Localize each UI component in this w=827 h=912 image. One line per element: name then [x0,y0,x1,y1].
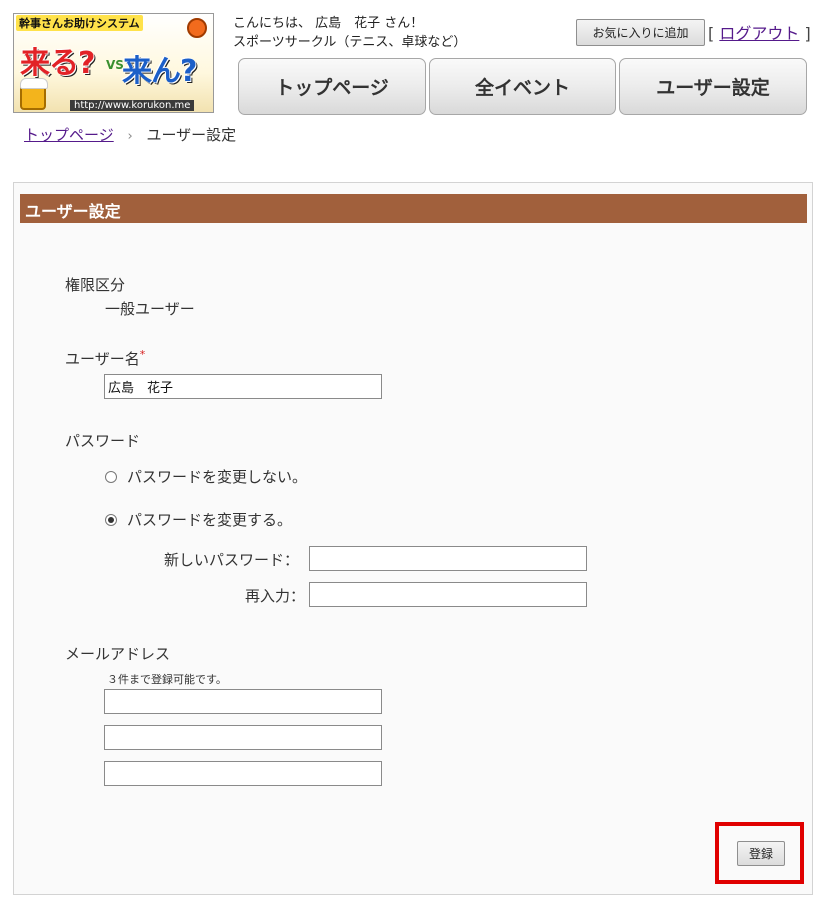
greeting-line: こんにちは、 広島 花子 さん！ [233,16,424,31]
logo-word-kuru: 来る? [20,46,95,81]
breadcrumb-current: ユーザー設定 [146,126,237,144]
logo-url: http://www.korukon.me [70,100,195,111]
panel-title: ユーザー設定 [20,194,807,223]
confirm-password-input[interactable] [309,582,587,607]
new-password-input[interactable] [309,546,587,571]
nav-tab-all-events[interactable]: 全イベント [429,58,616,115]
nav-tab-user-settings[interactable]: ユーザー設定 [619,58,807,115]
password-label: パスワード [65,432,141,450]
username-label-text: ユーザー名 [65,350,140,368]
radio-keep-indicator[interactable] [105,470,117,483]
new-password-label: 新しいパスワード： [164,551,300,569]
bracket-close: ] [804,24,811,43]
breadcrumb-home-link[interactable]: トップページ [24,126,114,144]
radio-keep-password[interactable]: パスワードを変更しない。 [105,466,307,487]
radio-change-password[interactable]: パスワードを変更する。 [105,509,292,530]
ball-icon [187,18,207,38]
role-value: 一般ユーザー [105,300,195,318]
radio-change-indicator[interactable] [105,513,117,526]
email-input-1[interactable] [104,689,382,714]
radio-keep-label: パスワードを変更しない。 [127,468,308,486]
site-logo[interactable]: 幹事さんお助けシステム 来る? VS 来ん? http://www.koruko… [13,13,214,113]
email-note: ３件まで登録可能です。 [107,673,227,686]
username-label: ユーザー名* [65,348,145,369]
logo-tagline: 幹事さんお助けシステム [16,15,143,31]
email-label: メールアドレス [65,645,171,663]
group-name: スポーツサークル（テニス、卓球など） [233,35,467,50]
logout-area: [ ログアウト ] [708,20,811,44]
radio-change-label: パスワードを変更する。 [127,511,293,529]
role-label: 権限区分 [65,276,126,294]
confirm-password-label: 再入力： [245,587,306,605]
required-mark: * [139,348,146,361]
register-button[interactable]: 登録 [737,841,785,866]
breadcrumb: トップページ › ユーザー設定 [24,124,236,145]
breadcrumb-separator: › [127,129,133,144]
user-greeting: こんにちは、 広島 花子 さん！ スポーツサークル（テニス、卓球など） [233,14,466,52]
username-input[interactable] [104,374,382,399]
submit-highlight-frame: 登録 [715,822,804,884]
logo-word-kon: 来ん? [122,54,197,89]
beer-icon [20,78,48,110]
bracket-open: [ [708,24,715,43]
logout-link[interactable]: ログアウト [719,24,799,43]
nav-tab-top[interactable]: トップページ [238,58,426,115]
email-input-3[interactable] [104,761,382,786]
user-settings-panel: ユーザー設定 権限区分 一般ユーザー ユーザー名* パスワード パスワードを変更… [13,182,813,895]
add-favorite-button[interactable]: お気に入りに追加 [576,19,705,46]
email-input-2[interactable] [104,725,382,750]
